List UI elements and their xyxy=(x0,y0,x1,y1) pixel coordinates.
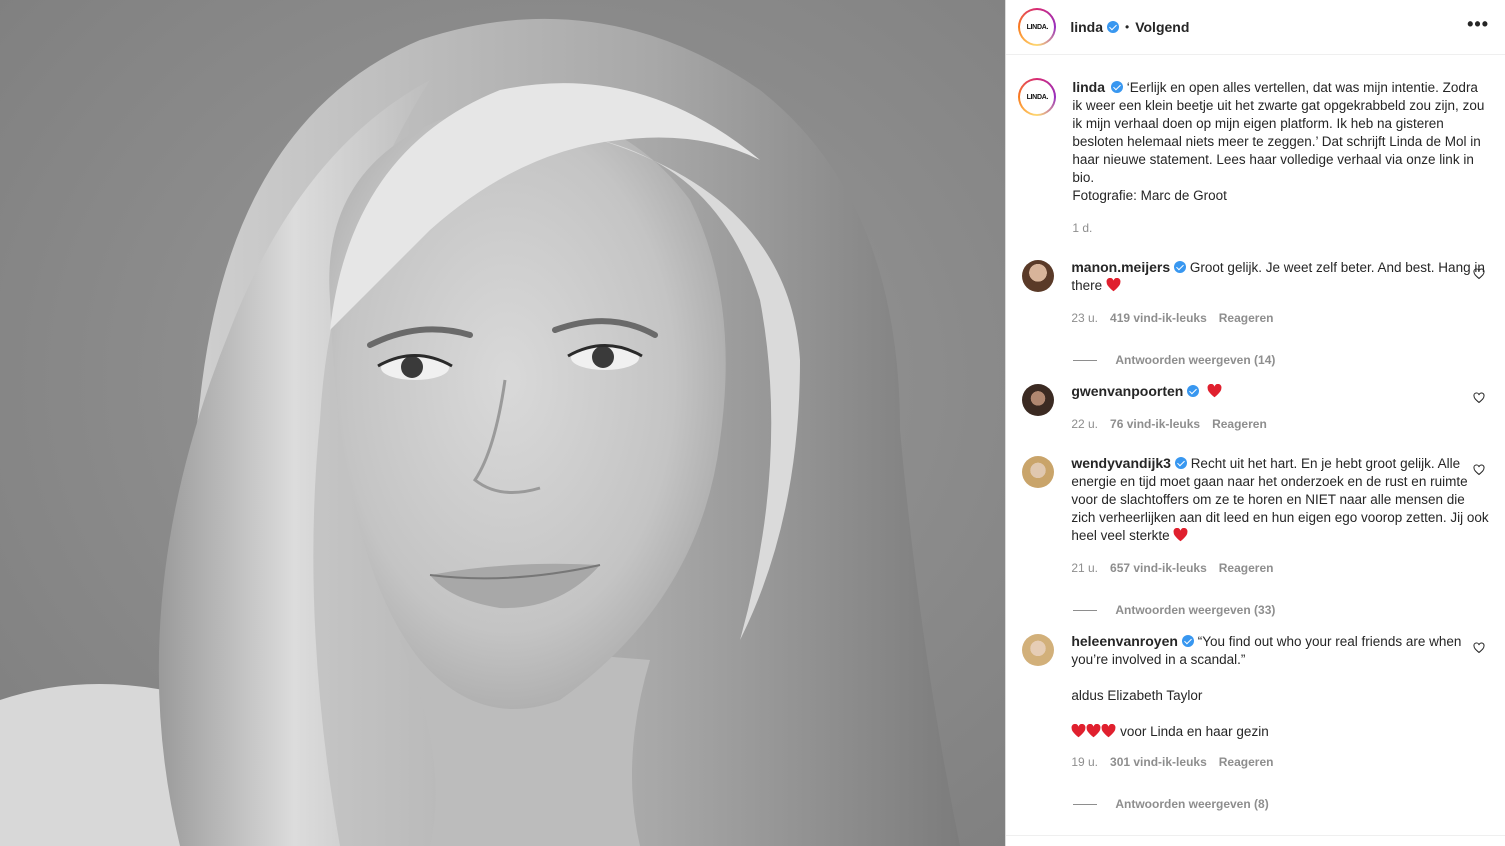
account-avatar[interactable]: LINDA. xyxy=(1018,8,1057,46)
separator-dot: • xyxy=(1125,20,1130,34)
like-heart-icon[interactable] xyxy=(1473,268,1485,280)
comment-username[interactable]: wendyvandijk3 xyxy=(1071,455,1171,471)
comment-body: gwenvanpoorten 22 u. 76 vind-ik-leuks Re… xyxy=(1071,382,1489,433)
comment-text-line2: aldus Elizabeth Taylor xyxy=(1071,688,1203,703)
reply-button[interactable]: Reageren xyxy=(1219,753,1274,771)
verified-badge-icon xyxy=(1174,261,1187,273)
caption-body: linda ‘Eerlijk en open alles vertellen, … xyxy=(1072,78,1490,237)
comment-item: heleenvanroyen “You find out who your re… xyxy=(1022,632,1495,813)
comment-text-line3: voor Linda en haar gezin xyxy=(1071,723,1489,741)
red-heart-emoji-icon xyxy=(1101,724,1116,738)
comment-likes[interactable]: 657 vind-ik-leuks xyxy=(1110,559,1207,577)
comment-likes[interactable]: 76 vind-ik-leuks xyxy=(1110,415,1200,433)
comment-time[interactable]: 21 u. xyxy=(1071,559,1098,577)
comment-likes[interactable]: 419 vind-ik-leuks xyxy=(1110,309,1207,327)
post-sidebar: LINDA. linda • Volgend ••• LINDA. linda … xyxy=(1005,0,1505,846)
like-heart-icon[interactable] xyxy=(1473,642,1485,654)
comment-body: wendyvandijk3 Recht uit het hart. En je … xyxy=(1071,454,1489,619)
instagram-post-view: LINDA. linda • Volgend ••• LINDA. linda … xyxy=(0,0,1505,846)
comment-meta: 19 u. 301 vind-ik-leuks Reageren xyxy=(1071,753,1489,771)
view-replies-button[interactable]: Antwoorden weergeven (14) xyxy=(1071,351,1489,369)
red-heart-emoji-icon xyxy=(1173,528,1188,542)
view-replies-button[interactable]: Antwoorden weergeven (8) xyxy=(1071,795,1489,813)
caption-avatar-logo-text: LINDA. xyxy=(1020,80,1055,114)
verified-badge-icon xyxy=(1111,81,1123,93)
comment-time[interactable]: 23 u. xyxy=(1071,309,1098,327)
comment-username[interactable]: gwenvanpoorten xyxy=(1071,383,1183,399)
commenter-avatar[interactable] xyxy=(1022,260,1055,292)
view-replies-button[interactable]: Antwoorden weergeven (33) xyxy=(1071,601,1489,619)
comment-meta: 21 u. 657 vind-ik-leuks Reageren xyxy=(1071,559,1489,577)
post-caption: LINDA. linda ‘Eerlijk en open alles vert… xyxy=(1018,78,1491,237)
avatar-logo-text: LINDA. xyxy=(1020,10,1055,44)
red-heart-emoji-icon xyxy=(1071,724,1086,738)
replies-line xyxy=(1073,609,1098,611)
reply-button[interactable]: Reageren xyxy=(1212,415,1267,433)
replies-line xyxy=(1073,803,1098,805)
red-heart-emoji-icon xyxy=(1207,384,1222,398)
comment-meta: 23 u. 419 vind-ik-leuks Reageren xyxy=(1071,309,1489,327)
comment-item: wendyvandijk3 Recht uit het hart. En je … xyxy=(1022,454,1495,619)
comment-username[interactable]: manon.meijers xyxy=(1071,259,1170,275)
reply-button[interactable]: Reageren xyxy=(1219,559,1274,577)
panel-bottom-divider xyxy=(1006,835,1505,836)
following-button[interactable]: Volgend xyxy=(1135,19,1189,35)
commenter-avatar[interactable] xyxy=(1022,456,1055,488)
caption-text: ‘Eerlijk en open alles vertellen, dat wa… xyxy=(1072,80,1485,185)
post-photo[interactable] xyxy=(0,0,1006,846)
post-header: LINDA. linda • Volgend ••• xyxy=(1006,0,1505,55)
comment-time[interactable]: 19 u. xyxy=(1071,753,1098,771)
replies-line xyxy=(1073,359,1098,361)
commenter-avatar[interactable] xyxy=(1022,384,1055,416)
reply-button[interactable]: Reageren xyxy=(1219,309,1274,327)
comment-body: manon.meijers Groot gelijk. Je weet zelf… xyxy=(1071,258,1489,369)
like-heart-icon[interactable] xyxy=(1473,392,1485,404)
comment-item: gwenvanpoorten 22 u. 76 vind-ik-leuks Re… xyxy=(1022,382,1495,433)
view-replies-label: Antwoorden weergeven (14) xyxy=(1115,353,1276,367)
verified-badge-icon xyxy=(1187,385,1200,397)
view-replies-label: Antwoorden weergeven (8) xyxy=(1115,797,1269,811)
like-heart-icon[interactable] xyxy=(1473,464,1485,476)
photo-credit: Fotografie: Marc de Groot xyxy=(1072,188,1227,203)
verified-badge-icon xyxy=(1174,457,1187,469)
red-heart-emoji-icon xyxy=(1086,724,1101,738)
portrait-image xyxy=(0,18,960,846)
comment-time[interactable]: 22 u. xyxy=(1071,415,1098,433)
comment-username[interactable]: heleenvanroyen xyxy=(1071,633,1178,649)
caption-avatar[interactable]: LINDA. xyxy=(1018,78,1057,116)
view-replies-label: Antwoorden weergeven (33) xyxy=(1115,603,1276,617)
more-options-icon[interactable]: ••• xyxy=(1467,14,1489,35)
header-username[interactable]: linda xyxy=(1070,19,1103,35)
comment-likes[interactable]: 301 vind-ik-leuks xyxy=(1110,753,1207,771)
red-heart-emoji-icon xyxy=(1106,278,1121,292)
comment-item: manon.meijers Groot gelijk. Je weet zelf… xyxy=(1022,258,1495,369)
verified-badge-icon xyxy=(1181,635,1194,647)
commenter-avatar[interactable] xyxy=(1022,634,1055,666)
post-timestamp[interactable]: 1 d. xyxy=(1072,219,1490,237)
comment-text-tail: voor Linda en haar gezin xyxy=(1120,724,1269,739)
comment-meta: 22 u. 76 vind-ik-leuks Reageren xyxy=(1071,415,1489,433)
comment-body: heleenvanroyen “You find out who your re… xyxy=(1071,632,1489,813)
caption-username[interactable]: linda xyxy=(1072,79,1105,95)
verified-badge-icon xyxy=(1107,21,1119,33)
